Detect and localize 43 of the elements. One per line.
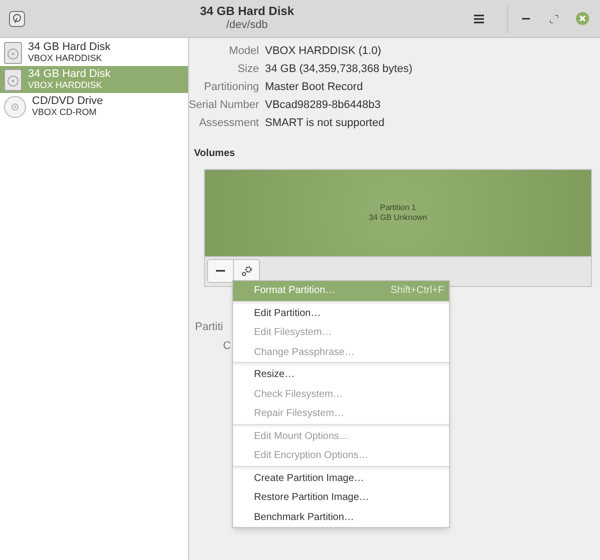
detail-label: Partitioning (202, 80, 259, 95)
minimize-icon (522, 18, 530, 20)
menu-icon (474, 14, 484, 24)
detail-value: VBcad98289-8b6448b3 (265, 98, 382, 113)
detail-label: Partiti (195, 320, 224, 335)
device-item[interactable]: 34 GB Hard Disk VBOX HARDDISK (0, 39, 188, 66)
section-heading: Volumes (194, 147, 236, 161)
detail-label: Assessment (198, 116, 259, 131)
remove-button[interactable] (207, 259, 234, 283)
menu-item[interactable]: Resize… (233, 365, 449, 384)
device-title: CD/DVD Drive (32, 96, 103, 108)
partition-info: 34 GB Unknown (368, 213, 428, 223)
device-title: 34 GB Hard Disk (28, 69, 111, 81)
close-icon (576, 12, 588, 25)
menu-item[interactable]: Benchmark Partition… (233, 508, 449, 527)
device-model: VBOX HARDDISK (28, 80, 104, 90)
device-model: VBOX CD-ROM (32, 108, 98, 117)
gear-icon (240, 265, 252, 277)
detail-value: VBOX HARDDISK (1.0) (265, 44, 382, 59)
menu-item[interactable]: Edit Partition… (233, 304, 449, 323)
partition-name: Partition 1 (380, 203, 416, 213)
detail-value: 34 GB (34,359,738,368 bytes) (265, 62, 414, 77)
optical-disc-icon (4, 96, 26, 118)
device-item[interactable]: 34 GB Hard Disk VBOX HARDDISK (0, 66, 188, 93)
window-title: 34 GB Hard Disk (200, 4, 294, 20)
detail-label: Size (236, 62, 259, 77)
partition-block[interactable]: Partition 1 34 GB Unknown (204, 169, 592, 257)
maximize-icon (550, 14, 558, 22)
device-model: VBOX HARDDISK (28, 54, 104, 63)
device-item[interactable]: CD/DVD Drive VBOX CD-ROM (0, 93, 188, 120)
menu-item[interactable]: Create Partition Image… (233, 468, 449, 488)
detail-label: C (223, 339, 231, 354)
detail-label: Model (228, 44, 259, 59)
detail-value: Master Boot Record (265, 80, 364, 95)
disk-app-icon (9, 10, 25, 26)
menu-item[interactable]: Restore Partition Image… (233, 488, 449, 508)
window-subtitle: /dev/sdb (226, 19, 268, 33)
detail-label: Serial Number (188, 98, 259, 113)
minus-icon (216, 270, 225, 272)
menu-shortcut: Shift+Ctrl+F (390, 284, 444, 298)
device-title: 34 GB Hard Disk (28, 42, 111, 54)
detail-value: SMART is not supported (265, 116, 386, 131)
menu-item[interactable]: Format Partition… Shift+Ctrl+F (233, 281, 449, 300)
